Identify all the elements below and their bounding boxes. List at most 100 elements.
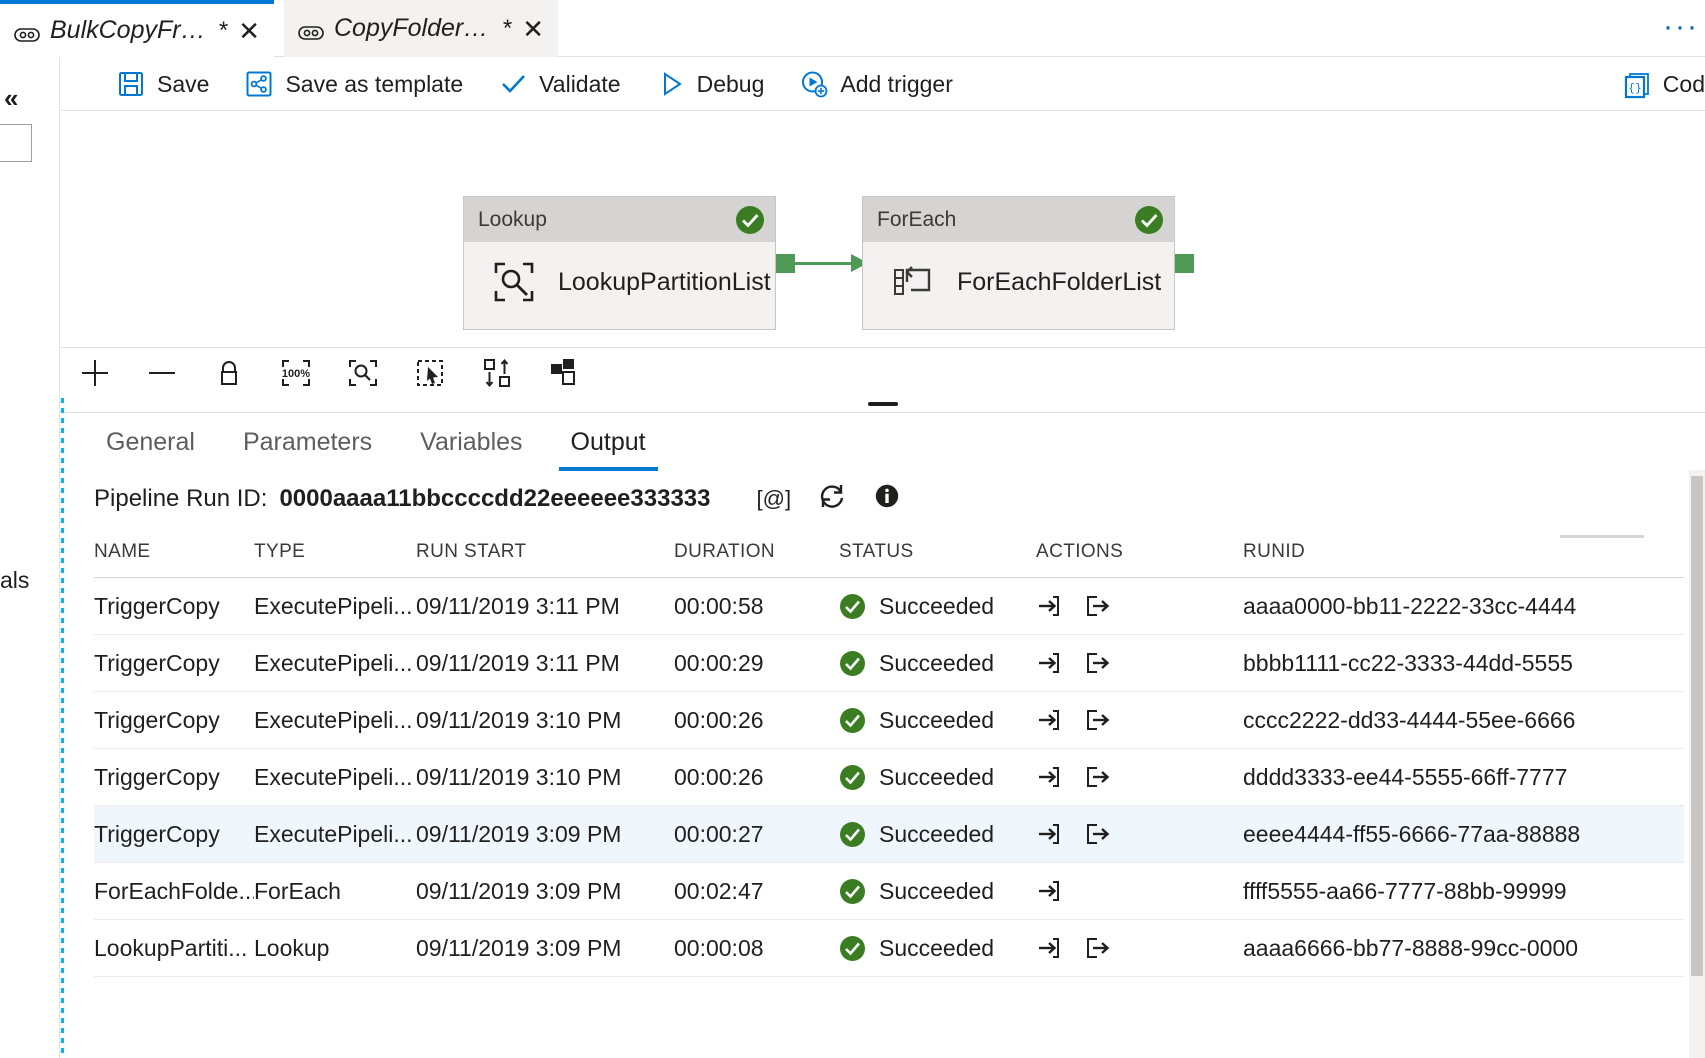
pipeline-canvas[interactable]: Lookup LookupPartitionList (61, 111, 1705, 347)
view-input-button[interactable] (1036, 707, 1062, 733)
debug-play-icon (657, 70, 685, 98)
auto-align-button[interactable] (463, 348, 530, 399)
node-type-label: Lookup (478, 208, 547, 232)
left-rail: « als (0, 57, 60, 1058)
tab-variables[interactable]: Variables (396, 413, 546, 471)
collapse-panel-icon[interactable]: « (4, 83, 18, 114)
node-output-port[interactable] (1175, 254, 1194, 273)
parameters-at-button[interactable]: [@] (757, 486, 792, 512)
cell-status: Succeeded (839, 878, 1036, 905)
tab-general[interactable]: General (82, 413, 219, 471)
column-header-runid[interactable]: RUNID (1243, 541, 1683, 563)
cell-actions (1036, 650, 1243, 676)
parameters-at-icon: [@] (757, 486, 792, 512)
view-output-button[interactable] (1084, 935, 1110, 961)
column-header-actions[interactable]: ACTIONS (1036, 541, 1243, 563)
activity-node-lookup[interactable]: Lookup LookupPartitionList (463, 196, 776, 330)
node-output-port[interactable] (776, 254, 795, 273)
tab-parameters[interactable]: Parameters (219, 413, 396, 471)
debug-button[interactable]: Debug (639, 58, 783, 111)
save-as-template-label: Save as template (285, 71, 463, 98)
tab-output-label: Output (571, 428, 646, 457)
save-button[interactable]: Save (99, 58, 227, 111)
minimap-icon (547, 356, 581, 390)
vertical-scrollbar[interactable] (1689, 470, 1705, 1058)
cell-name: ForEachFolde... (94, 878, 254, 905)
table-row[interactable]: TriggerCopyExecutePipeli...09/11/2019 3:… (94, 749, 1684, 806)
table-row[interactable]: TriggerCopyExecutePipeli...09/11/2019 3:… (94, 635, 1684, 692)
column-header-duration[interactable]: DURATION (674, 541, 839, 563)
tab-copyfolderpar[interactable]: CopyFolderPar... * ✕ (284, 0, 558, 57)
tab-bulkcopyfrom[interactable]: BulkCopyFrom... * ✕ (0, 0, 274, 57)
cell-duration: 00:00:26 (674, 707, 839, 734)
save-as-template-icon (245, 70, 273, 98)
debug-label: Debug (697, 71, 765, 98)
svg-text:{}: {} (1628, 83, 1641, 95)
view-input-button[interactable] (1036, 650, 1062, 676)
splitter-grip[interactable] (868, 402, 898, 406)
cell-runid: ffff5555-aa66-7777-88bb-99999 (1243, 878, 1683, 905)
column-header-run-start[interactable]: RUN START (416, 541, 674, 563)
panel-splitter[interactable] (61, 398, 1705, 412)
close-icon[interactable]: ✕ (238, 18, 260, 44)
cell-actions (1036, 593, 1243, 619)
zoom-in-button[interactable] (61, 348, 128, 399)
refresh-button[interactable] (817, 481, 847, 516)
view-output-button[interactable] (1084, 650, 1110, 676)
node-header: Lookup (464, 197, 775, 242)
cell-type: ExecutePipeli... (254, 593, 416, 620)
cell-run-start: 09/11/2019 3:09 PM (416, 878, 674, 905)
table-row[interactable]: TriggerCopyExecutePipeli...09/11/2019 3:… (94, 692, 1684, 749)
column-header-status[interactable]: STATUS (839, 541, 1036, 563)
info-button[interactable] (873, 482, 901, 515)
cell-run-start: 09/11/2019 3:11 PM (416, 650, 674, 677)
view-input-button[interactable] (1036, 821, 1062, 847)
code-button[interactable]: {} Cod (1605, 58, 1705, 111)
view-output-button[interactable] (1084, 764, 1110, 790)
zoom-out-button[interactable] (128, 348, 195, 399)
status-succeeded-icon (839, 935, 866, 962)
table-row[interactable]: LookupPartiti...Lookup09/11/2019 3:09 PM… (94, 920, 1684, 977)
cell-runid: bbbb1111-cc22-3333-44dd-5555 (1243, 650, 1683, 677)
vertical-scrollbar-thumb[interactable] (1691, 476, 1703, 976)
cell-actions (1036, 878, 1243, 904)
cell-run-start: 09/11/2019 3:11 PM (416, 593, 674, 620)
cell-status: Succeeded (839, 764, 1036, 791)
node-name-label: LookupPartitionList (558, 268, 771, 297)
view-output-button[interactable] (1084, 707, 1110, 733)
column-header-type[interactable]: TYPE (254, 541, 416, 563)
cell-name: TriggerCopy (94, 707, 254, 734)
minimap-button[interactable] (530, 348, 597, 399)
lock-canvas-button[interactable] (195, 348, 262, 399)
tab-overflow-menu-icon[interactable]: ··· (1663, 12, 1699, 42)
table-row[interactable]: ForEachFolde...ForEach09/11/2019 3:09 PM… (94, 863, 1684, 920)
table-row[interactable]: TriggerCopyExecutePipeli...09/11/2019 3:… (94, 578, 1684, 635)
horizontal-scroll-hint (1560, 535, 1644, 538)
node-type-label: ForEach (877, 208, 956, 232)
activity-node-foreach[interactable]: ForEach ForEachFolderList (862, 196, 1175, 330)
view-input-button[interactable] (1036, 764, 1062, 790)
column-header-name[interactable]: NAME (94, 541, 254, 563)
rail-partial-label: als (0, 567, 29, 594)
close-icon[interactable]: ✕ (522, 16, 544, 42)
save-as-template-button[interactable]: Save as template (227, 58, 481, 111)
select-marquee-icon (413, 356, 447, 390)
validate-button[interactable]: Validate (481, 58, 638, 111)
status-succeeded-icon (839, 593, 866, 620)
command-bar: Save Save as template Validate (61, 58, 1705, 111)
code-braces-icon: {} (1623, 71, 1651, 99)
zoom-100-button[interactable]: 100% (262, 348, 329, 399)
zoom-to-fit-button[interactable] (329, 348, 396, 399)
rail-partial-box[interactable] (0, 124, 32, 162)
add-trigger-label: Add trigger (840, 71, 953, 98)
table-row[interactable]: TriggerCopyExecutePipeli...09/11/2019 3:… (94, 806, 1684, 863)
select-marquee-button[interactable] (396, 348, 463, 399)
view-input-button[interactable] (1036, 593, 1062, 619)
cell-status: Succeeded (839, 707, 1036, 734)
view-input-button[interactable] (1036, 878, 1062, 904)
view-input-button[interactable] (1036, 935, 1062, 961)
view-output-button[interactable] (1084, 821, 1110, 847)
view-output-button[interactable] (1084, 593, 1110, 619)
add-trigger-button[interactable]: Add trigger (782, 58, 971, 111)
tab-output[interactable]: Output (547, 413, 670, 471)
